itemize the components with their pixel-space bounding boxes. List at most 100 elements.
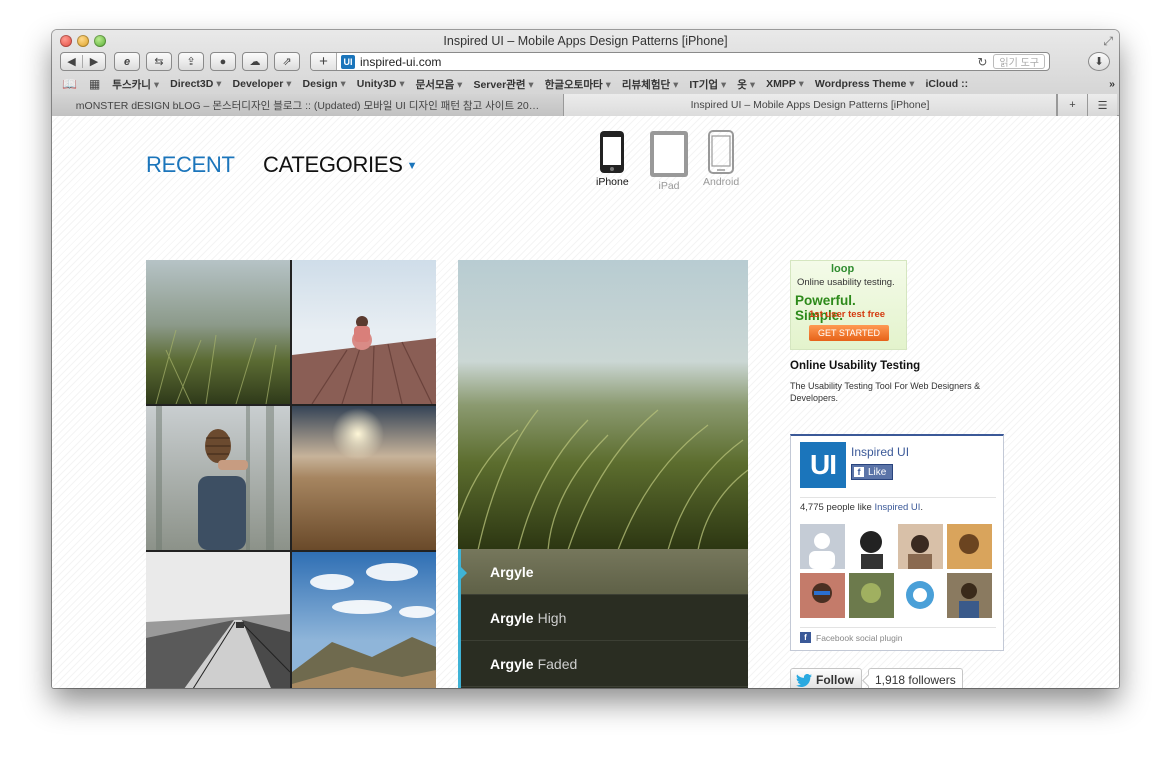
bookmark-label: Design [302,78,338,90]
detail-menu-item[interactable]: Argyle Faded [458,641,748,687]
bookmark-item[interactable]: Wordpress Theme ▾ [815,78,915,90]
back-icon[interactable]: ◀ [61,55,83,68]
fan-avatar[interactable] [947,524,992,569]
ipad-icon [650,131,688,177]
extension-button-2[interactable]: ⇪ [178,52,204,71]
fan-avatar[interactable] [947,573,992,618]
grid-photo-mountains[interactable] [292,552,436,688]
road-photo [146,552,290,688]
downloads-button[interactable]: ⬇ [1088,52,1110,71]
fan-avatar[interactable] [898,573,943,618]
bookmark-item[interactable]: 리뷰체험단 ▾ [622,77,679,92]
tab-inspired-ui[interactable]: Inspired UI – Mobile Apps Design Pattern… [564,94,1057,116]
device-filter-iphone[interactable]: iPhone [596,130,629,188]
chevron-down-icon: ▾ [337,78,346,90]
detail-menu: Argyle Argyle High Argyle Faded [458,549,748,688]
bookmark-item[interactable]: 투스카니 ▾ [112,77,159,92]
new-tab-button[interactable]: + [1057,94,1087,116]
grid-photo-dock[interactable] [292,260,436,404]
share-button[interactable]: ⇗ [274,52,300,71]
ad-banner[interactable]: loop Online usability testing. Powerful.… [790,260,907,350]
bookmark-item[interactable]: Design ▾ [303,78,346,90]
grid-photo-grass[interactable] [146,260,290,404]
facebook-plugin-footer[interactable]: f Facebook social plugin [800,632,902,643]
count-page-link[interactable]: Inspired UI [874,502,920,513]
count-end: . [920,502,924,513]
facebook-like-box: UI Inspired UI f Like 4,775 people like … [790,434,1004,651]
address-bar[interactable]: + UI inspired-ui.com ↻ 읽기 도구 [310,52,1050,71]
facebook-page-name[interactable]: Inspired UI [851,445,909,459]
bookmark-item[interactable]: Developer ▾ [233,78,292,90]
bookmark-label: Direct3D [170,78,214,90]
fan-avatar[interactable] [849,573,894,618]
chevron-down-icon: ▾ [906,78,915,90]
bookmark-item[interactable]: XMPP ▾ [766,78,804,90]
fan-avatar[interactable] [898,524,943,569]
site-favicon: UI [341,54,355,69]
grid-photo-pinecone[interactable] [146,406,290,550]
tab-monster-design[interactable]: mONSTER dESIGN bLOG – 몬스터디자인 블로그 :: (Upd… [52,94,564,116]
icloud-tabs-button[interactable]: ☁ [242,52,268,71]
reading-list-icon[interactable]: 📖 [62,77,77,91]
grid-photo-sunset-field[interactable] [292,406,436,550]
photo-avatar [947,573,992,618]
back-forward-buttons[interactable]: ◀ ▶ [60,52,106,71]
device-filter-ipad[interactable]: iPad [649,130,689,192]
fullscreen-icon[interactable]: ⤢ [1103,34,1113,49]
twitter-follow-button[interactable]: Follow [790,668,862,688]
ad-description: The Usability Testing Tool For Web Desig… [790,381,981,403]
chevron-down-icon: ▾ [670,78,679,91]
ad-logo: loop [831,263,855,275]
android-phone-icon [708,130,735,174]
menu-selection-pointer-icon [461,567,467,579]
grid-photo-road[interactable] [146,552,290,688]
bookmark-label: 리뷰체험단 [621,78,671,91]
extension-button-1[interactable]: ⇆ [146,52,172,71]
page-avatar[interactable]: UI [800,442,846,488]
ad-title-link[interactable]: Online Usability Testing [790,360,920,372]
divider [800,627,996,628]
screenshot-detail-card[interactable]: Argyle Argyle High Argyle Faded [458,260,748,688]
bookmarks-overflow-icon[interactable]: » [1109,78,1115,90]
tab-label: mONSTER dESIGN bLOG – 몬스터디자인 블로그 :: (Upd… [75,99,540,112]
forward-icon[interactable]: ▶ [83,55,105,68]
bookmark-item[interactable]: 문서모음 ▾ [416,77,463,92]
bookmark-item[interactable]: 한글오토마타 ▾ [545,77,611,92]
cloud-icon: ☁ [249,56,261,68]
bookmark-item[interactable]: Direct3D ▾ [170,78,221,90]
detail-menu-item[interactable]: Argyle High [458,595,748,641]
bookmark-item[interactable]: Server관련 ▾ [473,77,533,92]
nav-recent-link[interactable]: RECENT [146,152,235,178]
nav-categories-dropdown[interactable]: CATEGORIES ▼ [263,152,418,178]
facebook-like-button[interactable]: f Like [851,464,893,480]
reader-button[interactable]: 읽기 도구 [993,54,1045,69]
bookmark-label: Wordpress Theme [814,78,907,90]
bookmark-item[interactable]: iCloud :: [926,78,969,90]
tab-overview-button[interactable]: ☰ [1087,94,1117,116]
url-text[interactable]: inspired-ui.com [360,55,977,69]
fan-avatar[interactable] [800,573,845,618]
bookmark-item[interactable]: 옷 ▾ [737,77,755,92]
bookmark-label: 투스카니 [112,78,151,91]
reload-icon[interactable]: ↻ [977,55,987,69]
add-bookmark-icon[interactable]: + [311,53,337,70]
detail-hero-photo [458,260,748,551]
bookmark-item[interactable]: IT기업 ▾ [689,77,726,92]
bookmark-item[interactable]: Unity3D ▾ [357,78,405,90]
ad-offer: 1st user test free [809,309,886,320]
screenshot-card-grid[interactable] [146,260,436,688]
device-filter-android[interactable]: Android [703,130,739,188]
facebook-icon: f [854,467,864,477]
detail-menu-item[interactable]: Argyle [458,549,748,595]
fan-avatar[interactable] [800,524,845,569]
toolbar: ◀ ▶ e ⇆ ⇪ ● ☁ ⇗ + UI inspired-ui.com ↻ 읽… [52,52,1119,74]
twitter-follower-count[interactable]: 1,918 followers [868,668,963,688]
extension-button-3[interactable]: ● [210,52,236,71]
fan-avatar[interactable] [849,524,894,569]
ie-tab-button[interactable]: e [114,52,140,71]
cartoon-avatar [898,573,943,618]
ad-get-started-button[interactable]: GET STARTED [809,325,889,341]
top-sites-icon[interactable]: ▦ [89,77,100,91]
bookmark-label: iCloud :: [925,78,969,90]
device-label: Android [703,176,740,188]
